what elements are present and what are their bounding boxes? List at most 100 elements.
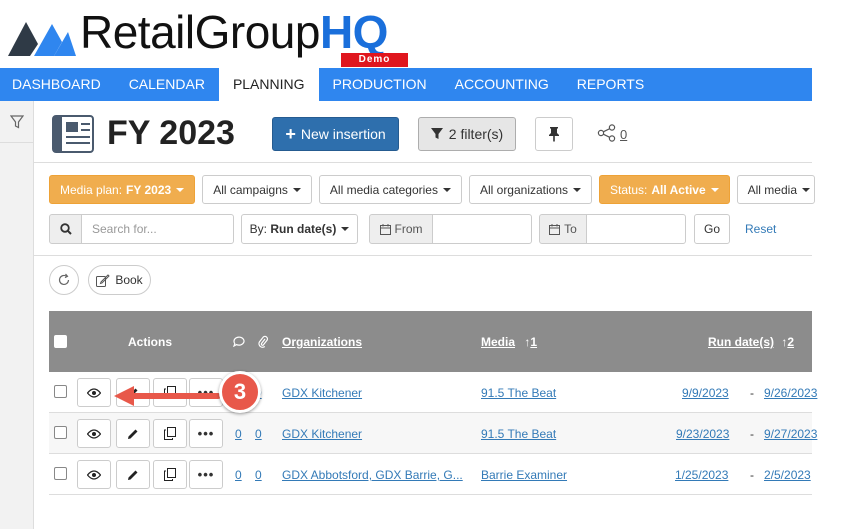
media-link[interactable]: 91.5 The Beat xyxy=(481,427,556,441)
nav-dashboard[interactable]: DASHBOARD xyxy=(0,68,115,101)
media-categories-filter[interactable]: All media categories xyxy=(318,175,462,204)
filters-button[interactable]: 2 filter(s) xyxy=(418,117,516,151)
rail-filter-button[interactable] xyxy=(0,101,34,143)
from-date-addon[interactable]: From xyxy=(369,214,433,244)
pin-icon xyxy=(549,127,559,142)
organization-link[interactable]: GDX Kitchener xyxy=(282,386,362,400)
media-plan-filter[interactable]: Media plan: FY 2023 xyxy=(49,175,196,204)
to-date-input[interactable] xyxy=(586,214,686,244)
media-link[interactable]: 91.5 The Beat xyxy=(481,386,556,400)
select-all-checkbox[interactable] xyxy=(54,335,67,348)
table-row[interactable]: ••• 0 0 GDX Kitchener 91.5 The Beat 9/23… xyxy=(49,413,817,454)
copy-icon xyxy=(164,468,176,481)
app-logo[interactable]: RetailGroupHQ Demo xyxy=(8,6,428,67)
comments-count[interactable]: 0 xyxy=(235,468,242,482)
end-date-link[interactable]: 2/5/2023 xyxy=(764,468,811,482)
view-button[interactable] xyxy=(77,419,111,448)
nav-planning[interactable]: PLANNING xyxy=(218,68,319,101)
view-button[interactable] xyxy=(77,460,111,489)
eye-icon xyxy=(87,428,101,439)
nav-accounting[interactable]: ACCOUNTING xyxy=(441,68,563,101)
start-date-link[interactable]: 1/25/2023 xyxy=(675,468,728,482)
to-date-addon[interactable]: To xyxy=(539,214,587,244)
divider xyxy=(34,162,812,163)
eye-icon xyxy=(87,469,101,480)
attachments-count[interactable]: 0 xyxy=(255,468,262,482)
more-button[interactable]: ••• xyxy=(189,460,223,489)
row-checkbox[interactable] xyxy=(54,385,67,398)
go-button[interactable]: Go xyxy=(694,214,730,244)
organization-link[interactable]: GDX Kitchener xyxy=(282,427,362,441)
end-date-link[interactable]: 9/26/2023 xyxy=(764,386,817,400)
eye-icon xyxy=(87,387,101,398)
from-date-input[interactable] xyxy=(432,214,532,244)
caret-down-icon xyxy=(442,187,451,192)
view-button[interactable] xyxy=(77,378,111,407)
copy-button[interactable] xyxy=(153,460,187,489)
callout-arrow-icon xyxy=(114,386,221,406)
edit-button[interactable] xyxy=(116,460,150,489)
divider xyxy=(34,255,812,256)
caret-down-icon xyxy=(292,187,301,192)
edit-icon xyxy=(96,273,111,287)
nav-reports[interactable]: REPORTS xyxy=(563,68,658,101)
date-separator: - xyxy=(750,386,754,400)
funnel-icon xyxy=(430,128,443,139)
share-icon xyxy=(597,124,616,142)
copy-icon xyxy=(164,427,176,440)
plus-icon: + xyxy=(285,124,296,144)
copy-button[interactable] xyxy=(153,419,187,448)
media-filter[interactable]: All media xyxy=(736,175,815,204)
organization-link[interactable]: GDX Abbotsford, GDX Barrie, G... xyxy=(282,468,463,482)
caret-down-icon xyxy=(573,187,582,192)
newspaper-icon xyxy=(52,115,94,153)
nav-production[interactable]: PRODUCTION xyxy=(319,68,441,101)
filter-bar: Media plan: FY 2023 All campaigns All med… xyxy=(49,175,815,204)
more-button[interactable]: ••• xyxy=(189,419,223,448)
edit-button[interactable] xyxy=(116,419,150,448)
comment-icon xyxy=(233,336,245,347)
header-media[interactable]: Media ↑1 xyxy=(481,335,537,349)
end-date-link[interactable]: 9/27/2023 xyxy=(764,427,817,441)
start-date-link[interactable]: 9/9/2023 xyxy=(682,386,729,400)
share-count: 0 xyxy=(620,127,628,142)
new-insertion-button[interactable]: + New insertion xyxy=(272,117,399,151)
header-organizations[interactable]: Organizations xyxy=(282,335,362,349)
media-link[interactable]: Barrie Examiner xyxy=(481,468,567,482)
share-button[interactable]: 0 xyxy=(597,124,627,142)
book-button[interactable]: Book xyxy=(88,265,151,295)
header-run-dates[interactable]: Run date(s) ↑2 xyxy=(708,335,794,349)
search-input[interactable]: Search for... xyxy=(81,214,234,244)
start-date-link[interactable]: 9/23/2023 xyxy=(676,427,729,441)
paperclip-icon xyxy=(258,335,268,348)
pencil-icon xyxy=(128,429,138,439)
main-nav: DASHBOARD CALENDAR PLANNING PRODUCTION A… xyxy=(0,68,812,101)
caret-down-icon xyxy=(710,187,719,192)
refresh-button[interactable] xyxy=(49,265,79,295)
status-filter[interactable]: Status: All Active xyxy=(599,175,730,204)
organizations-filter[interactable]: All organizations xyxy=(468,175,593,204)
reset-link[interactable]: Reset xyxy=(745,222,776,236)
logo-text: RetailGroupHQ xyxy=(80,6,388,58)
more-icon: ••• xyxy=(197,426,215,441)
campaigns-filter[interactable]: All campaigns xyxy=(202,175,312,204)
attachments-count[interactable]: 0 xyxy=(255,427,262,441)
demo-badge: Demo xyxy=(341,53,408,67)
row-checkbox[interactable] xyxy=(54,467,67,480)
header-actions: Actions xyxy=(128,335,173,349)
search-by-dropdown[interactable]: By: Run date(s) xyxy=(241,214,358,244)
table-row[interactable]: ••• 0 0 GDX Abbotsford, GDX Barrie, G...… xyxy=(49,454,812,495)
caret-down-icon xyxy=(341,227,350,231)
calendar-icon xyxy=(379,223,391,235)
caret-down-icon xyxy=(802,187,810,192)
page-title: FY 2023 xyxy=(107,114,235,152)
nav-calendar[interactable]: CALENDAR xyxy=(115,68,219,101)
logo-mark-icon xyxy=(8,22,76,56)
row-checkbox[interactable] xyxy=(54,426,67,439)
search-addon xyxy=(49,214,82,244)
pin-button[interactable] xyxy=(535,117,573,151)
caret-down-icon xyxy=(176,187,185,192)
date-separator: - xyxy=(750,468,754,482)
callout-badge: 3 xyxy=(219,371,261,413)
comments-count[interactable]: 0 xyxy=(235,427,242,441)
